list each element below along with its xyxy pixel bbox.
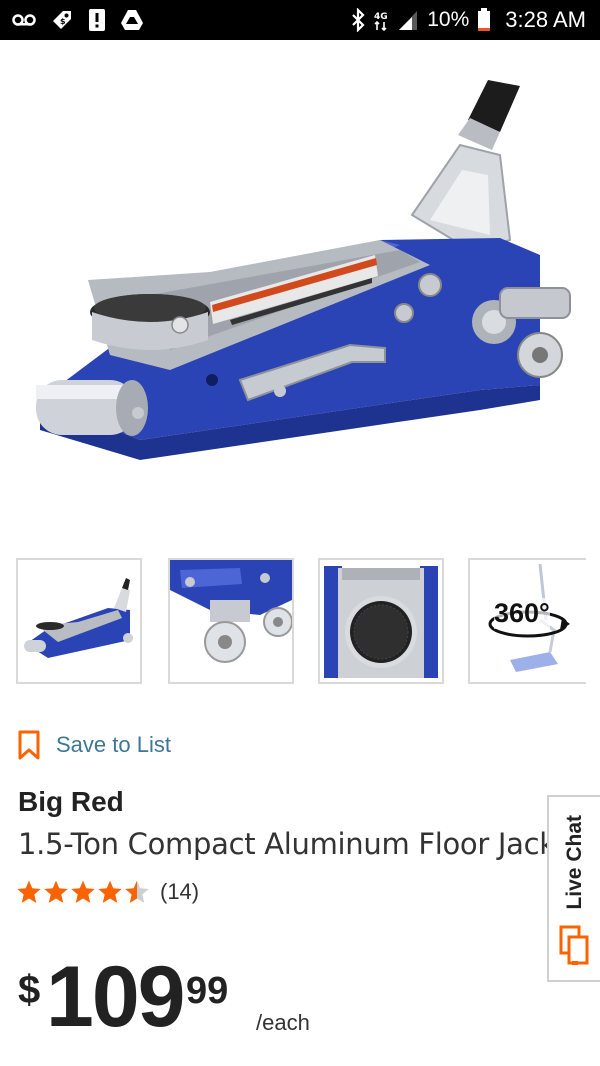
tag-icon: $ (50, 8, 74, 32)
bluetooth-icon (351, 8, 365, 32)
thumbnail-1[interactable] (16, 558, 142, 684)
price-unit: /each (256, 1010, 310, 1035)
save-to-list-button[interactable]: Save to List (18, 728, 171, 762)
status-bar-right: 4G 10% 3:28 AM (351, 7, 586, 33)
live-chat-tab[interactable]: Live Chat (547, 795, 600, 982)
star-full-icon (71, 880, 95, 903)
thumbnail-2[interactable] (168, 558, 294, 684)
bookmark-icon (18, 730, 40, 760)
network-icon: 4G (373, 8, 389, 32)
svg-text:$: $ (60, 17, 66, 26)
voicemail-icon (12, 13, 36, 27)
star-full-icon (17, 880, 41, 903)
drive-icon (120, 9, 144, 31)
rating-stars (16, 879, 150, 905)
save-to-list-label: Save to List (56, 732, 171, 757)
star-full-icon (44, 880, 68, 903)
thumbnail-3[interactable] (318, 558, 444, 684)
battery-icon (477, 8, 491, 32)
saddle-top-thumbnail (320, 560, 442, 682)
jack-side-thumbnail (18, 560, 140, 682)
wheels-closeup-thumbnail (170, 560, 292, 682)
thumbnail-4[interactable]: 360° (468, 558, 586, 684)
status-bar-left: $ (12, 8, 144, 32)
live-chat-label: Live Chat (562, 815, 586, 910)
star-half-icon (125, 880, 149, 903)
alert-icon (88, 8, 106, 32)
rating-count: (14) (160, 879, 200, 904)
product-brand[interactable]: Big Red (18, 786, 124, 818)
product-title: 1.5-Ton Compact Aluminum Floor Jack (18, 827, 556, 861)
status-time: 3:28 AM (505, 7, 586, 32)
battery-percent: 10% (427, 8, 470, 31)
thumbnail-strip: 360° (16, 558, 600, 684)
status-bar: $ 4G 10% 3:28 AM (0, 0, 600, 40)
signal-icon (397, 9, 419, 31)
product-rating[interactable]: (14) (16, 876, 199, 908)
svg-text:4G: 4G (374, 12, 388, 22)
price-dollars: 109 (46, 949, 185, 1045)
chat-bubble-icon (559, 925, 589, 971)
360-label: 360° (494, 598, 550, 629)
price-currency: $ (18, 968, 41, 1012)
star-full-icon (98, 880, 122, 903)
product-hero-image[interactable] (0, 40, 600, 545)
price-cents: 99 (186, 970, 229, 1012)
